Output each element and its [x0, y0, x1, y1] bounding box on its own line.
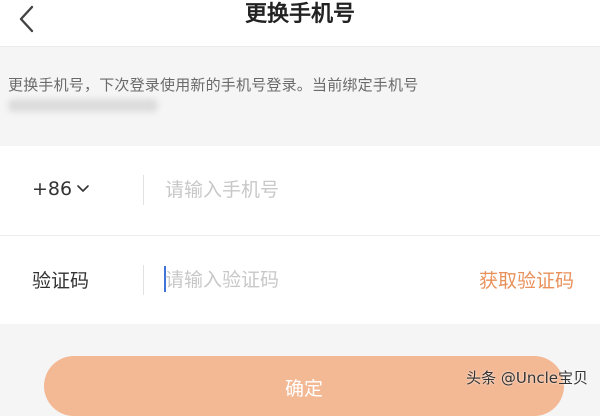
code-row: 验证码 获取验证码: [0, 236, 600, 325]
change-phone-form: +86 验证码 获取验证码: [0, 146, 600, 324]
chevron-down-icon: [76, 184, 90, 194]
watermark-text: 头条 @Uncle宝贝: [466, 369, 588, 387]
vertical-divider: [143, 175, 144, 205]
phone-row: +86: [0, 146, 600, 235]
phone-input[interactable]: [165, 174, 435, 206]
country-code-value: +86: [32, 178, 73, 200]
get-code-button[interactable]: 获取验证码: [479, 266, 574, 293]
vertical-divider: [143, 265, 144, 295]
page-title: 更换手机号: [244, 2, 355, 27]
header-bar: 更换手机号: [0, 0, 600, 47]
country-code-select[interactable]: +86: [32, 174, 90, 204]
verification-code-input[interactable]: [165, 264, 435, 296]
description-text: 更换手机号，下次登录使用新的手机号登录。当前绑定手机号: [8, 76, 419, 94]
verification-code-label: 验证码: [32, 270, 90, 292]
current-phone-blurred: [8, 99, 158, 112]
